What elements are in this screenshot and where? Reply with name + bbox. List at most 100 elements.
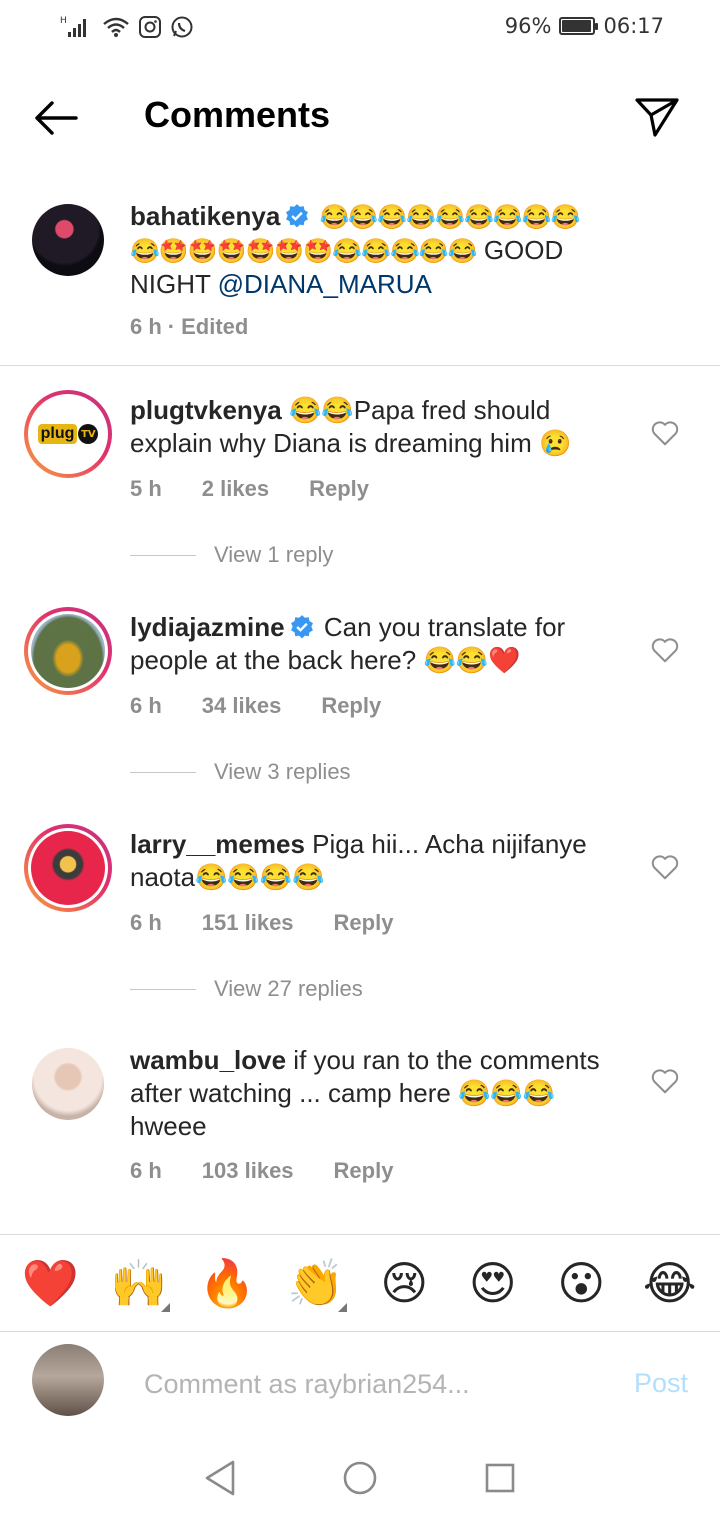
share-button[interactable] [630, 90, 684, 144]
wifi-icon [103, 17, 129, 37]
comment-likes[interactable]: 2 likes [202, 476, 269, 502]
comment-meta: 6 h 103 likes Reply [130, 1158, 393, 1184]
avatar[interactable] [32, 1048, 104, 1120]
mention-link[interactable]: @DIANA_MARUA [218, 269, 432, 299]
like-heart-icon[interactable] [650, 418, 680, 448]
triangle-back-icon [205, 1460, 235, 1496]
plug-tv-logo: plug TV [31, 397, 105, 471]
fire-emoji-icon: 🔥 [198, 1255, 256, 1310]
status-bar: H 96% 06:17 [0, 0, 720, 62]
reply-button[interactable]: Reply [334, 910, 394, 936]
comment-meta: 5 h 2 likes Reply [130, 476, 369, 502]
battery-percent: 96% [504, 14, 552, 38]
comment-username[interactable]: lydiajazmine [130, 612, 285, 642]
caption-time: 6 h [130, 314, 162, 339]
caption-emoji-line: 😂😂😂😂😂😂😂😂😂 [319, 204, 581, 231]
avatar[interactable]: plug TV [24, 390, 112, 478]
emoji-heart-eyes-button[interactable]: 😍 [458, 1248, 528, 1318]
avatar-image [31, 831, 105, 905]
comment-likes[interactable]: 103 likes [202, 1158, 294, 1184]
comment-text: larry__memes Piga hii... Acha nijifanye … [130, 828, 624, 894]
reply-button[interactable]: Reply [334, 1158, 394, 1184]
battery-icon [559, 17, 599, 35]
paper-plane-icon [635, 98, 679, 137]
post-caption: bahatikenya 😂😂😂😂😂😂😂😂😂 😂🤩🤩🤩🤩🤩🤩😂😂😂😂😂 GOOD N… [0, 196, 720, 366]
caption-username[interactable]: bahatikenya [130, 201, 280, 231]
nav-back-button[interactable] [195, 1453, 245, 1503]
emoji-raised-hands-button[interactable]: 🙌 [104, 1248, 174, 1318]
view-replies-button[interactable]: View 3 replies [130, 759, 351, 785]
comment-time: 6 h [130, 693, 162, 718]
skin-tone-indicator [160, 1303, 170, 1312]
comment-meta: 6 h 151 likes Reply [130, 910, 393, 936]
emoji-quick-bar: ❤️ 🙌 🔥 👏 😢 😍 😮 😂 [0, 1234, 720, 1332]
caption-meta: 6 h · Edited [130, 314, 248, 340]
view-replies-button[interactable]: View 1 reply [130, 542, 333, 568]
comment-likes[interactable]: 34 likes [202, 693, 282, 719]
avatar[interactable] [32, 204, 104, 276]
plug-logo-text: plug [37, 424, 78, 444]
reply-button[interactable]: Reply [321, 693, 381, 719]
verified-badge-icon [290, 615, 313, 639]
nav-home-button[interactable] [335, 1453, 385, 1503]
surprised-emoji-icon: 😮 [557, 1256, 606, 1310]
view-replies-label: View 27 replies [214, 976, 363, 1001]
heart-emoji-icon: ❤️ [21, 1255, 79, 1310]
svg-text:H: H [60, 16, 67, 26]
caption-text: bahatikenya 😂😂😂😂😂😂😂😂😂 😂🤩🤩🤩🤩🤩🤩😂😂😂😂😂 GOOD N… [130, 200, 624, 301]
avatar [32, 1344, 104, 1416]
comment-meta: 6 h 34 likes Reply [130, 693, 381, 719]
emoji-heart-button[interactable]: ❤️ [15, 1248, 85, 1318]
nav-recents-button[interactable] [475, 1453, 525, 1503]
clap-emoji-icon: 👏 [287, 1255, 345, 1310]
plug-logo-tv: TV [78, 424, 99, 444]
verified-badge-icon [286, 204, 309, 228]
comment-time: 5 h [130, 476, 162, 501]
comment-username[interactable]: plugtvkenya [130, 395, 282, 425]
comment-input[interactable] [144, 1362, 584, 1406]
divider [130, 771, 196, 773]
divider [130, 988, 196, 990]
caption-emoji-line-2: 😂🤩🤩🤩🤩🤩🤩😂😂😂😂😂 [130, 238, 478, 265]
circle-home-icon [343, 1461, 377, 1495]
emoji-clap-button[interactable]: 👏 [281, 1248, 351, 1318]
comment-text: plugtvkenya 😂😂Papa fred should explain w… [130, 394, 624, 460]
emoji-fire-button[interactable]: 🔥 [192, 1248, 262, 1318]
emoji-surprised-button[interactable]: 😮 [546, 1248, 616, 1318]
reply-button[interactable]: Reply [309, 476, 369, 502]
raised-hands-emoji-icon: 🙌 [110, 1255, 168, 1310]
back-button[interactable] [28, 94, 84, 142]
emoji-crying-button[interactable]: 😢 [369, 1248, 439, 1318]
comment-text: lydiajazmine Can you translate for peopl… [130, 611, 624, 677]
comment-composer: Post [0, 1332, 720, 1436]
comment-likes[interactable]: 151 likes [202, 910, 294, 936]
caption-separator: · [167, 314, 176, 339]
whatsapp-icon [171, 16, 193, 38]
avatar-image [31, 614, 105, 688]
arrow-left-icon [35, 101, 78, 135]
laughing-emoji-icon: 😂 [642, 1256, 697, 1310]
like-heart-icon[interactable] [650, 1066, 680, 1096]
comment-username[interactable]: larry__memes [130, 829, 305, 859]
like-heart-icon[interactable] [650, 852, 680, 882]
signal-icon: H [60, 16, 86, 37]
view-replies-button[interactable]: View 27 replies [130, 976, 363, 1002]
status-icons-left: H [60, 14, 194, 40]
comment-time: 6 h [130, 1158, 162, 1183]
header: Comments [0, 62, 720, 172]
view-replies-label: View 3 replies [214, 759, 351, 784]
skin-tone-indicator [337, 1303, 347, 1312]
avatar[interactable] [24, 824, 112, 912]
battery-fill [562, 20, 592, 32]
heart-eyes-emoji-icon: 😍 [468, 1256, 517, 1310]
system-nav-bar [0, 1436, 720, 1520]
instagram-icon [139, 16, 161, 38]
post-button[interactable]: Post [634, 1368, 688, 1399]
caption-edited: Edited [181, 314, 249, 339]
crying-emoji-icon: 😢 [380, 1256, 429, 1310]
status-icons-right: 96% 06:17 [505, 14, 664, 38]
comment-username[interactable]: wambu_love [130, 1045, 286, 1075]
avatar[interactable] [24, 607, 112, 695]
like-heart-icon[interactable] [650, 635, 680, 665]
emoji-laughing-button[interactable]: 😂 [635, 1248, 705, 1318]
